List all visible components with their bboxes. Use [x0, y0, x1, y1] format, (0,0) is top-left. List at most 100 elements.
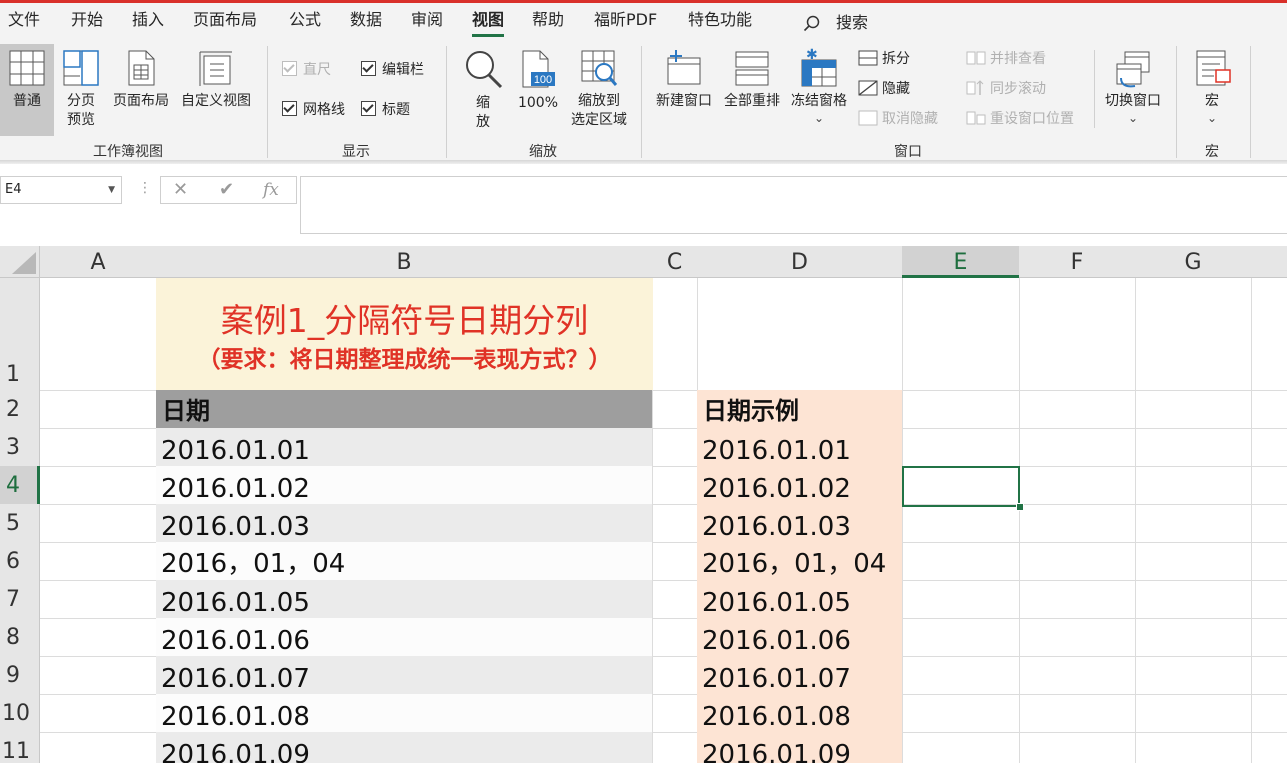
cell-a2[interactable] — [40, 390, 157, 429]
insert-function-fx-icon[interactable]: fx — [263, 180, 279, 200]
custom-view-button[interactable]: 自定义视图 — [176, 44, 256, 111]
zoom-button[interactable]: 缩 放 — [460, 44, 506, 132]
reset-window-position-button[interactable]: 重设窗口位置 — [966, 108, 1074, 130]
freeze-panes-button[interactable]: ✱ 冻结窗格 ⌄ — [787, 44, 851, 125]
cell-h5[interactable] — [1251, 504, 1287, 543]
search-box[interactable]: 搜索 — [802, 6, 868, 43]
cell-a5[interactable] — [40, 504, 157, 543]
cell-c2[interactable] — [652, 390, 698, 429]
cell-g11[interactable] — [1135, 732, 1252, 763]
select-all-corner[interactable] — [0, 246, 40, 278]
cell-h6[interactable] — [1251, 542, 1287, 581]
cell-e6[interactable] — [902, 542, 1020, 581]
row-header-4[interactable]: 4 — [0, 466, 40, 505]
cell-a8[interactable] — [40, 618, 157, 657]
view-side-by-side-button[interactable]: 并排查看 — [966, 48, 1046, 70]
synchronous-scrolling-button[interactable]: 同步滚动 — [966, 78, 1046, 100]
zoom-to-selection-button[interactable]: 缩放到 选定区域 — [566, 44, 632, 130]
cell-a1[interactable] — [40, 278, 157, 391]
hide-button[interactable]: 隐藏 — [858, 78, 910, 100]
unhide-button[interactable]: 取消隐藏 — [858, 108, 938, 130]
cell-b6[interactable]: 2016，01，04 — [156, 542, 653, 581]
cell-d9[interactable]: 2016.01.07 — [697, 656, 903, 695]
cell-f4[interactable] — [1019, 466, 1136, 505]
cell-c9[interactable] — [652, 656, 698, 695]
cell-g10[interactable] — [1135, 694, 1252, 733]
active-cell-selection[interactable] — [902, 466, 1020, 507]
row-header-11[interactable]: 11 — [0, 732, 40, 763]
formula-bar-grip-icon[interactable]: ⋮ — [138, 180, 152, 196]
cell-b5[interactable]: 2016.01.03 — [156, 504, 653, 543]
switch-windows-button[interactable]: 切换窗口 ⌄ — [1100, 44, 1166, 125]
cell-g3[interactable] — [1135, 428, 1252, 467]
cell-h10[interactable] — [1251, 694, 1287, 733]
menu-special-features[interactable]: 特色功能 — [688, 3, 752, 40]
cell-f1[interactable] — [1019, 278, 1136, 391]
cell-e7[interactable] — [902, 580, 1020, 619]
menu-review[interactable]: 审阅 — [411, 3, 443, 40]
column-header-d[interactable]: D — [697, 246, 903, 278]
cell-f9[interactable] — [1019, 656, 1136, 695]
cell-g7[interactable] — [1135, 580, 1252, 619]
cell-h8[interactable] — [1251, 618, 1287, 657]
cell-e10[interactable] — [902, 694, 1020, 733]
cell-e11[interactable] — [902, 732, 1020, 763]
cell-d6[interactable]: 2016，01，04 — [697, 542, 903, 581]
cell-a6[interactable] — [40, 542, 157, 581]
cell-c6[interactable] — [652, 542, 698, 581]
menu-help[interactable]: 帮助 — [532, 3, 564, 40]
row-header-2[interactable]: 2 — [0, 390, 40, 429]
cell-d10[interactable]: 2016.01.08 — [697, 694, 903, 733]
cell-b9[interactable]: 2016.01.07 — [156, 656, 653, 695]
cell-c5[interactable] — [652, 504, 698, 543]
cell-a11[interactable] — [40, 732, 157, 763]
column-header-a[interactable]: A — [40, 246, 157, 278]
cell-b8[interactable]: 2016.01.06 — [156, 618, 653, 657]
cell-b7[interactable]: 2016.01.05 — [156, 580, 653, 619]
name-box-dropdown-icon[interactable]: ▼ — [108, 177, 115, 203]
row-header-10[interactable]: 10 — [0, 694, 40, 733]
cell-e2[interactable] — [902, 390, 1020, 429]
formula-input[interactable] — [300, 176, 1287, 234]
cell-h1[interactable] — [1251, 278, 1287, 391]
cancel-icon[interactable]: ✕ — [173, 179, 188, 200]
cell-g8[interactable] — [1135, 618, 1252, 657]
cell-e1[interactable] — [902, 278, 1020, 391]
cell-f7[interactable] — [1019, 580, 1136, 619]
cell-h3[interactable] — [1251, 428, 1287, 467]
row-header-3[interactable]: 3 — [0, 428, 40, 467]
menu-home[interactable]: 开始 — [71, 3, 103, 40]
cell-c3[interactable] — [652, 428, 698, 467]
cell-a7[interactable] — [40, 580, 157, 619]
cell-d1[interactable] — [697, 278, 903, 391]
arrange-all-button[interactable]: 全部重排 — [720, 44, 784, 111]
column-header-h[interactable] — [1251, 246, 1287, 278]
gridlines-checkbox[interactable]: 网格线 — [282, 100, 345, 120]
cell-b2[interactable]: 日期 — [156, 390, 653, 429]
cell-a3[interactable] — [40, 428, 157, 467]
cell-a9[interactable] — [40, 656, 157, 695]
cell-f8[interactable] — [1019, 618, 1136, 657]
cell-a4[interactable] — [40, 466, 157, 505]
cell-h9[interactable] — [1251, 656, 1287, 695]
cell-e9[interactable] — [902, 656, 1020, 695]
menu-foxit-pdf[interactable]: 福昕PDF — [594, 3, 657, 40]
page-layout-view-button[interactable]: 页面布局 — [108, 44, 174, 111]
menu-formulas[interactable]: 公式 — [289, 3, 321, 40]
cell-d7[interactable]: 2016.01.05 — [697, 580, 903, 619]
cell-e8[interactable] — [902, 618, 1020, 657]
cell-d11[interactable]: 2016.01.09 — [697, 732, 903, 763]
column-header-g[interactable]: G — [1135, 246, 1252, 278]
cell-d3[interactable]: 2016.01.01 — [697, 428, 903, 467]
cell-c7[interactable] — [652, 580, 698, 619]
cell-c10[interactable] — [652, 694, 698, 733]
cell-b11[interactable]: 2016.01.09 — [156, 732, 653, 763]
cell-b10[interactable]: 2016.01.08 — [156, 694, 653, 733]
menu-data[interactable]: 数据 — [350, 3, 382, 40]
cell-h2[interactable] — [1251, 390, 1287, 429]
cell-c11[interactable] — [652, 732, 698, 763]
page-break-preview-button[interactable]: 分页 预览 — [58, 44, 104, 130]
row-header-5[interactable]: 5 — [0, 504, 40, 543]
column-header-f[interactable]: F — [1019, 246, 1136, 278]
menu-insert[interactable]: 插入 — [132, 3, 164, 40]
